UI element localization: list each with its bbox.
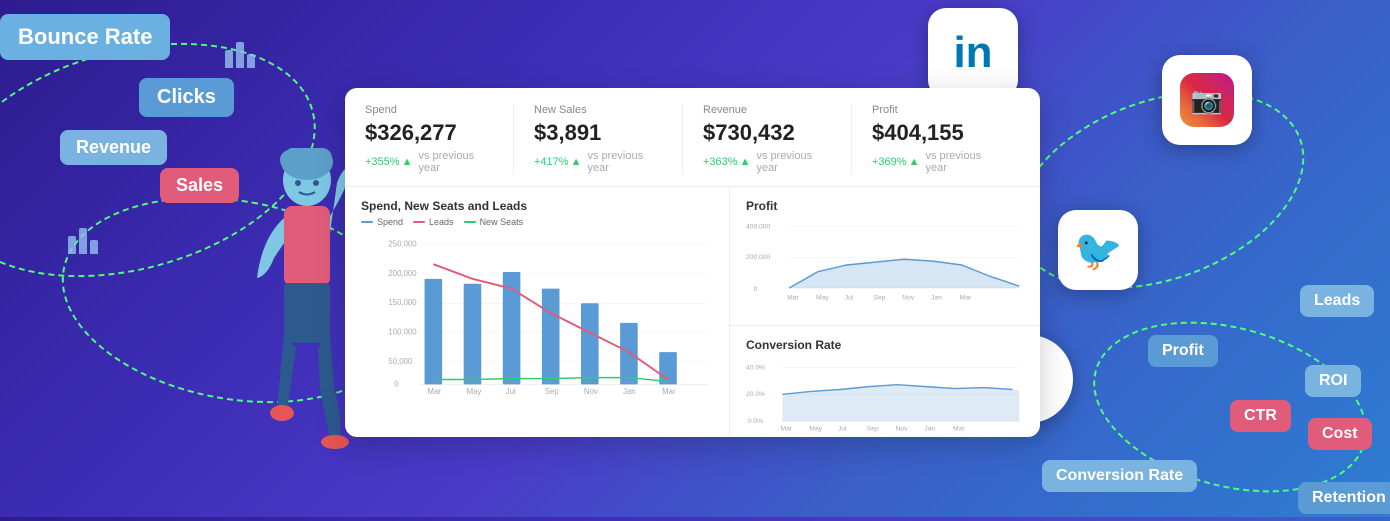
metric-profit-value: $404,155 — [872, 120, 1000, 146]
svg-text:Mar: Mar — [960, 294, 972, 301]
metric-revenue-change: +363% ▲ vs previous year — [703, 150, 831, 174]
tag-clicks: Clicks — [139, 78, 234, 117]
svg-text:May: May — [467, 387, 482, 396]
svg-text:0.0%: 0.0% — [748, 418, 763, 425]
metric-spend-label: Spend — [365, 104, 493, 116]
metric-new-sales-change: +417% ▲ vs previous year — [534, 150, 662, 174]
svg-text:100,000: 100,000 — [388, 328, 417, 337]
profit-chart-container: Profit 400,000 200,000 0 Mar May Jul — [730, 187, 1040, 326]
tag-roi: ROI — [1305, 365, 1361, 397]
tag-cost: Cost — [1308, 418, 1372, 450]
bar-chart-title: Spend, New Seats and Leads — [361, 199, 713, 213]
svg-text:Mar: Mar — [427, 387, 441, 396]
conversion-chart-container: Conversion Rate 40.0% 20.0% 0.0% Mar May… — [730, 326, 1040, 437]
tag-sales: Sales — [160, 168, 239, 203]
svg-text:150,000: 150,000 — [388, 298, 417, 307]
legend-new-seats: New Seats — [464, 217, 524, 227]
dashboard-card: Spend $326,277 +355% ▲ vs previous year … — [345, 88, 1040, 437]
svg-text:250,000: 250,000 — [388, 240, 417, 249]
bar-chart-legend: Spend Leads New Seats — [361, 217, 713, 227]
metric-spend-value: $326,277 — [365, 120, 493, 146]
svg-text:Nov: Nov — [896, 426, 909, 433]
svg-text:Nov: Nov — [902, 294, 915, 301]
svg-text:Jan: Jan — [931, 294, 942, 301]
metric-profit-change: +369% ▲ vs previous year — [872, 150, 1000, 174]
legend-leads: Leads — [413, 217, 454, 227]
svg-text:0: 0 — [754, 286, 758, 293]
svg-text:400,000: 400,000 — [746, 224, 771, 231]
metric-new-sales: New Sales $3,891 +417% ▲ vs previous yea… — [534, 104, 683, 174]
profit-chart-svg: 400,000 200,000 0 Mar May Jul Sep Nov — [746, 217, 1024, 312]
svg-text:Jan: Jan — [924, 426, 935, 433]
metric-profit: Profit $404,155 +369% ▲ vs previous year — [872, 104, 1020, 174]
svg-text:40.0%: 40.0% — [746, 364, 765, 371]
metrics-row: Spend $326,277 +355% ▲ vs previous year … — [345, 88, 1040, 187]
tag-revenue: Revenue — [60, 130, 167, 165]
svg-text:Mar: Mar — [953, 426, 965, 433]
svg-text:Jan: Jan — [623, 387, 636, 396]
tag-profit: Profit — [1148, 335, 1218, 367]
svg-text:May: May — [809, 426, 822, 433]
svg-text:Jul: Jul — [838, 426, 847, 433]
metric-new-sales-label: New Sales — [534, 104, 662, 116]
tag-retention: Retention — [1298, 482, 1390, 514]
svg-text:Jul: Jul — [845, 294, 854, 301]
metric-spend: Spend $326,277 +355% ▲ vs previous year — [365, 104, 514, 174]
svg-text:50,000: 50,000 — [388, 357, 413, 366]
metric-revenue-value: $730,432 — [703, 120, 831, 146]
tag-ctr: CTR — [1230, 400, 1291, 432]
svg-text:Mar: Mar — [662, 387, 676, 396]
svg-text:Mar: Mar — [781, 426, 793, 433]
bar-chart-svg: 250,000 200,000 150,000 100,000 50,000 0 — [361, 233, 713, 398]
linkedin-icon: in — [928, 8, 1018, 98]
bar-chart-container: Spend, New Seats and Leads Spend Leads N… — [345, 187, 730, 437]
svg-text:Sep: Sep — [545, 387, 560, 396]
svg-text:20.0%: 20.0% — [746, 391, 765, 398]
charts-row: Spend, New Seats and Leads Spend Leads N… — [345, 187, 1040, 437]
twitter-icon: 🐦 — [1058, 210, 1138, 290]
bar-chart-icon-left — [68, 228, 98, 254]
metric-revenue-label: Revenue — [703, 104, 831, 116]
metric-profit-label: Profit — [872, 104, 1000, 116]
svg-text:Mar: Mar — [787, 294, 799, 301]
svg-text:200,000: 200,000 — [746, 254, 771, 261]
svg-text:Sep: Sep — [873, 294, 885, 301]
svg-text:Nov: Nov — [584, 387, 598, 396]
tag-leads: Leads — [1300, 285, 1374, 317]
tag-bounce-rate: Bounce Rate — [0, 14, 170, 60]
svg-text:200,000: 200,000 — [388, 269, 417, 278]
right-charts: Profit 400,000 200,000 0 Mar May Jul — [730, 187, 1040, 437]
bar-chart-icon-top — [225, 42, 255, 68]
metric-spend-change: +355% ▲ vs previous year — [365, 150, 493, 174]
conversion-chart-svg: 40.0% 20.0% 0.0% Mar May Jul Sep Nov — [746, 356, 1024, 437]
instagram-icon: 📷 — [1162, 55, 1252, 145]
svg-text:Jul: Jul — [506, 387, 516, 396]
conversion-chart-title: Conversion Rate — [746, 338, 1024, 352]
svg-text:0: 0 — [394, 379, 399, 388]
profit-chart-title: Profit — [746, 199, 1024, 213]
tag-conversion-rate: Conversion Rate — [1042, 460, 1197, 492]
legend-spend: Spend — [361, 217, 403, 227]
svg-text:May: May — [816, 294, 829, 301]
metric-revenue: Revenue $730,432 +363% ▲ vs previous yea… — [703, 104, 852, 174]
svg-text:Sep: Sep — [867, 426, 879, 433]
metric-new-sales-value: $3,891 — [534, 120, 662, 146]
